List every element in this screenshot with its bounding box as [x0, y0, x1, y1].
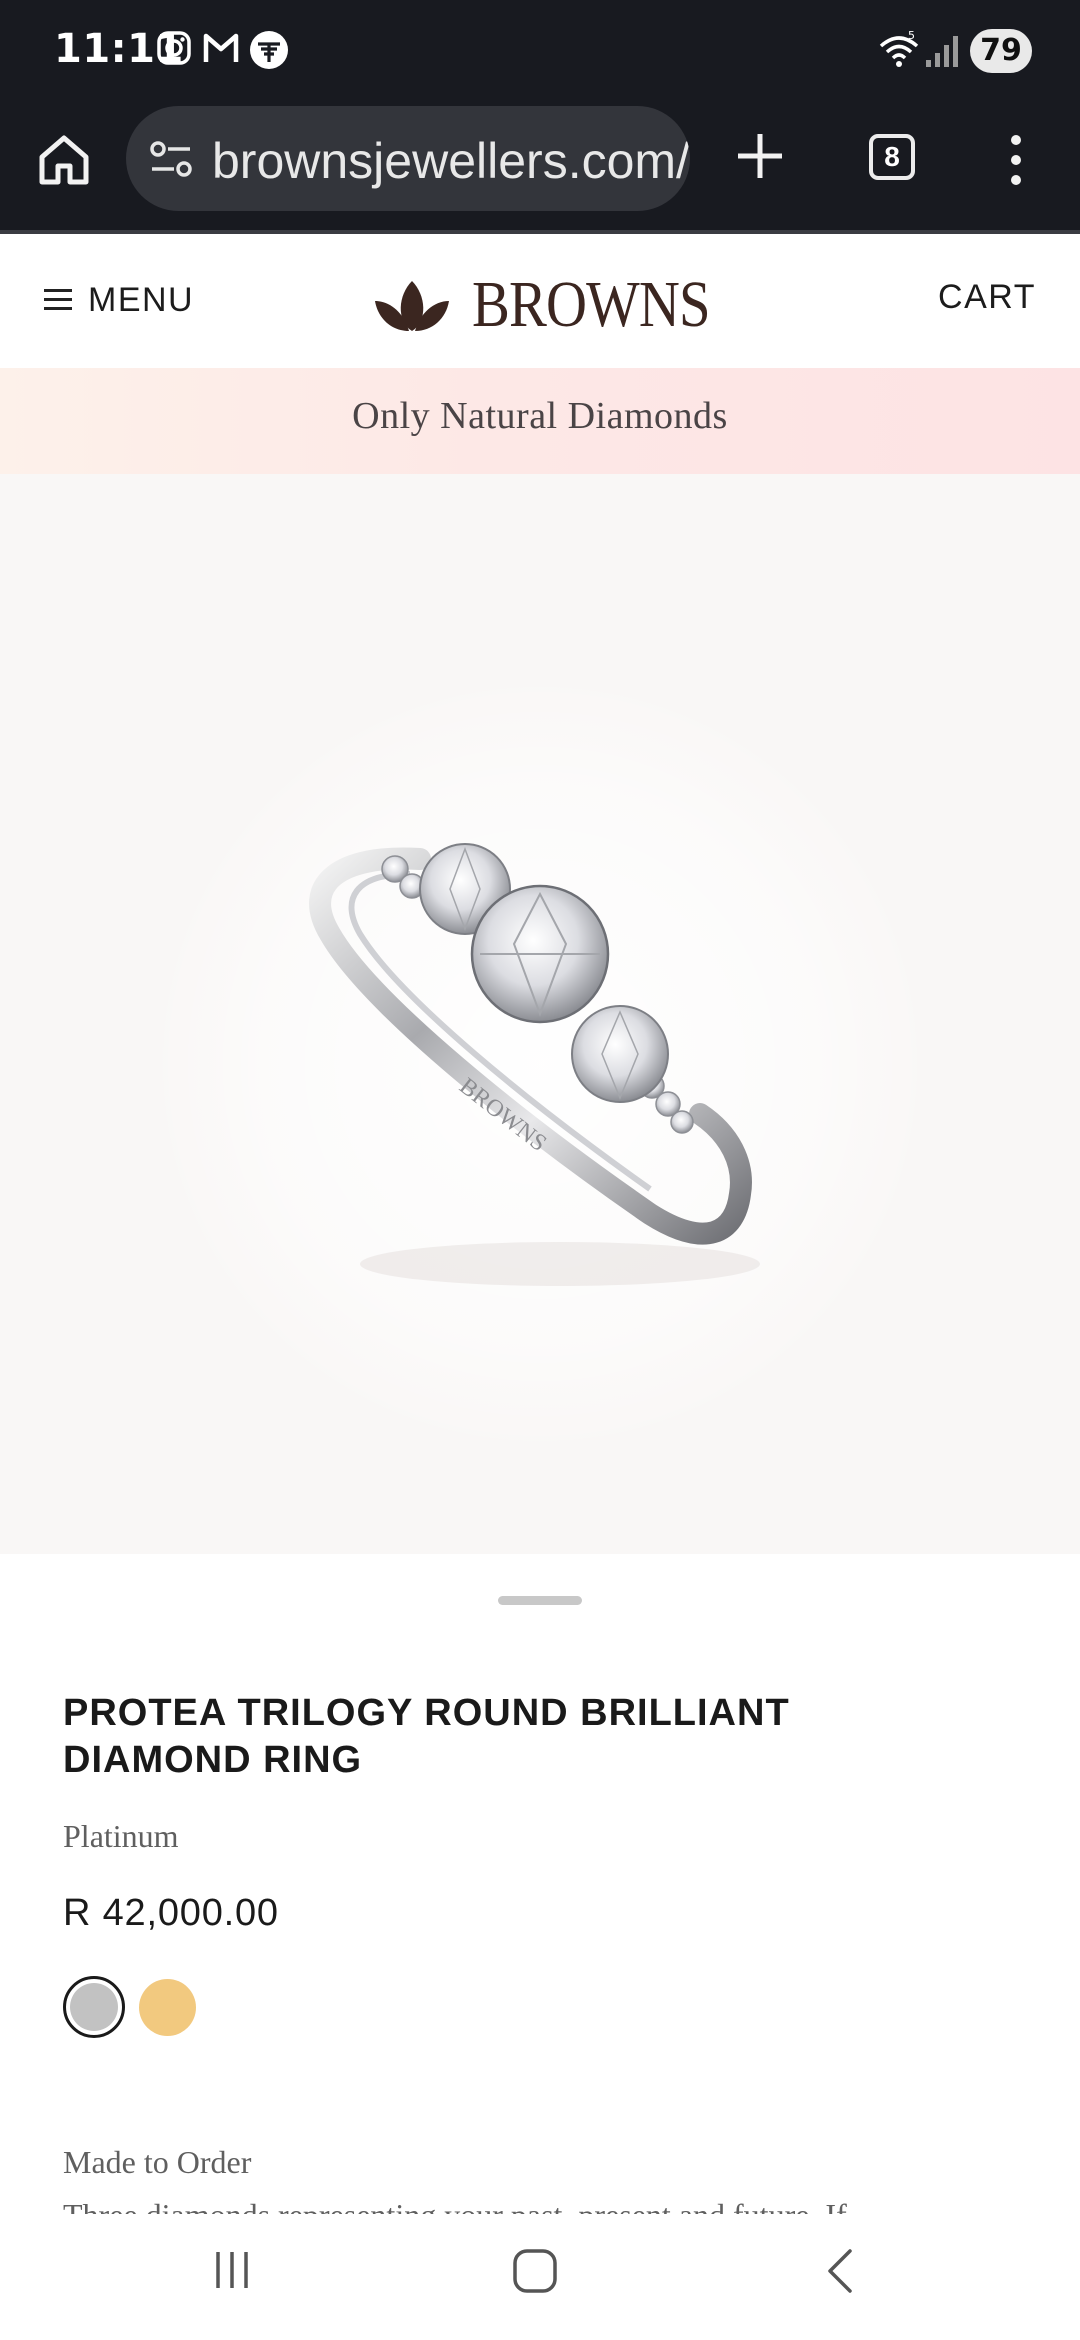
cart-button[interactable]: CART [938, 278, 1036, 317]
address-bar[interactable]: brownsjewellers.com/ [126, 106, 690, 211]
product-metal: Platinum [63, 1818, 179, 1854]
swatch-platinum[interactable] [63, 1976, 125, 2038]
availability-label: Made to Order [63, 2144, 252, 2180]
product-description: Three diamonds representing your past, p… [63, 2197, 847, 2216]
lotus-icon [375, 281, 449, 331]
url-text[interactable]: brownsjewellers.com/ [212, 132, 690, 190]
ring-illustration: BROWNS [309, 843, 760, 1286]
wifi-icon: 5 [879, 30, 919, 67]
menu-label: MENU [88, 280, 195, 319]
signal-icon [926, 36, 958, 67]
bank-app-icon [250, 31, 288, 69]
battery-indicator: 79 [970, 29, 1032, 73]
back-icon[interactable] [824, 2248, 854, 2294]
home-icon[interactable] [34, 130, 94, 190]
promo-text: Only Natural Diamonds [352, 395, 728, 437]
instagram-icon [157, 31, 191, 65]
promo-banner: Only Natural Diamonds [0, 368, 1080, 474]
status-bar: 11:11 5 79 [0, 0, 1080, 100]
browns-logo[interactable]: BROWNS [374, 268, 748, 341]
sheet-drag-handle[interactable] [498, 1596, 582, 1605]
product-image[interactable]: BROWNS [0, 474, 1080, 1554]
swatch-yellow-gold[interactable] [139, 1979, 196, 2036]
browser-toolbar: brownsjewellers.com/ 8 [0, 100, 1080, 233]
site-settings-icon[interactable] [148, 136, 194, 182]
menu-button[interactable]: MENU [44, 278, 194, 322]
gmail-icon [203, 33, 239, 62]
product-title: PROTEA TRILOGY ROUND BRILLIANT DIAMOND R… [63, 1692, 790, 1781]
hamburger-icon [44, 289, 72, 311]
new-tab-icon[interactable] [732, 128, 788, 184]
tab-switcher-button[interactable]: 8 [869, 134, 915, 180]
ring-shadow [360, 1242, 760, 1286]
overflow-menu-icon[interactable] [1003, 132, 1029, 188]
recent-apps-icon[interactable] [212, 2248, 252, 2292]
ring-engraving: BROWNS [454, 1073, 551, 1157]
home-nav-icon[interactable] [512, 2248, 558, 2294]
screen: 11:11 5 79 brownsjewellers.com/ 8 MENU B… [0, 0, 1080, 2340]
product-price: R 42,000.00 [63, 1892, 279, 1934]
product-details-sheet: PROTEA TRILOGY ROUND BRILLIANT DIAMOND R… [0, 1554, 1080, 2216]
site-header: MENU BROWNS CART [0, 234, 1080, 368]
svg-text:5: 5 [908, 30, 915, 42]
system-nav-bar [0, 2214, 1080, 2340]
logo-text: BROWNS [472, 268, 711, 341]
